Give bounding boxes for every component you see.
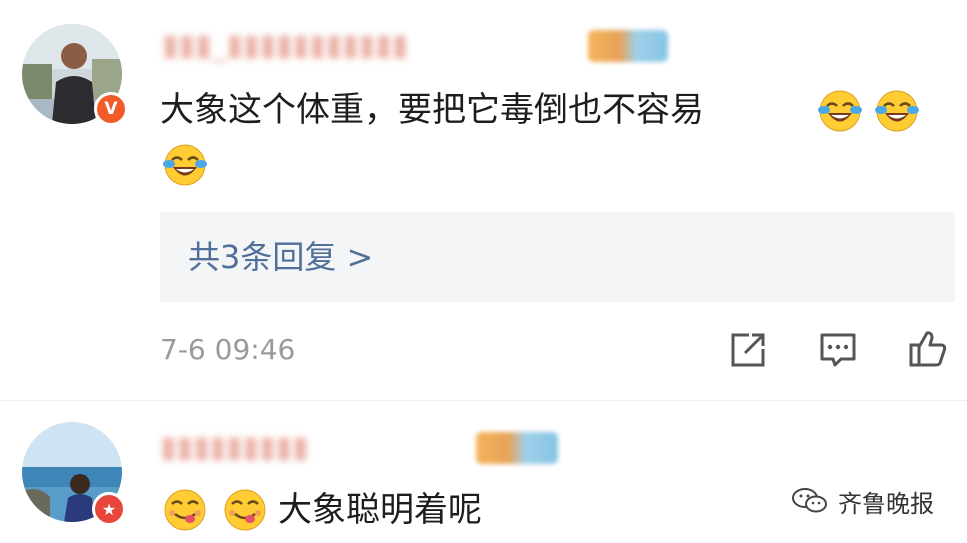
savoring-food-face-icon xyxy=(224,489,266,531)
comment-item: ★ ▮▮▮▮▮▮▮▮▮ 大象聪明着呢 xyxy=(0,400,967,543)
vip-badge-icon xyxy=(588,30,668,62)
member-badge: ★ xyxy=(92,492,126,526)
share-icon[interactable] xyxy=(727,329,769,371)
face-with-tears-of-joy-icon xyxy=(818,90,862,132)
comment-text: 大象聪明着呢 xyxy=(278,490,482,530)
comment-icon[interactable] xyxy=(817,329,859,371)
face-with-tears-of-joy-icon xyxy=(163,144,207,186)
verified-badge: V xyxy=(94,92,128,126)
face-with-tears-of-joy-icon xyxy=(875,90,919,132)
vip-badge-icon xyxy=(476,432,558,464)
comment-timestamp: 7-6 09:46 xyxy=(160,333,296,366)
username-blurred[interactable]: ▮▮▮▮▮▮▮▮▮ xyxy=(160,430,309,466)
watermark-text: 齐鲁晚报 xyxy=(838,489,934,518)
watermark: 齐鲁晚报 xyxy=(790,484,934,518)
comment-item: V ▮▮▮_▮▮▮▮▮▮▮▮▮▮▮ 大象这个体重，要把它毒倒也不容易 共3条回复… xyxy=(0,0,967,400)
username-blurred[interactable]: ▮▮▮_▮▮▮▮▮▮▮▮▮▮▮ xyxy=(162,28,408,64)
wechat-icon xyxy=(792,488,827,513)
thumbs-up-icon[interactable] xyxy=(907,327,949,369)
view-replies-link[interactable]: 共3条回复 > xyxy=(188,212,373,302)
replies-box[interactable]: 共3条回复 > xyxy=(160,212,955,302)
savoring-food-face-icon xyxy=(164,489,206,531)
comment-text: 大象这个体重，要把它毒倒也不容易 xyxy=(160,90,704,130)
